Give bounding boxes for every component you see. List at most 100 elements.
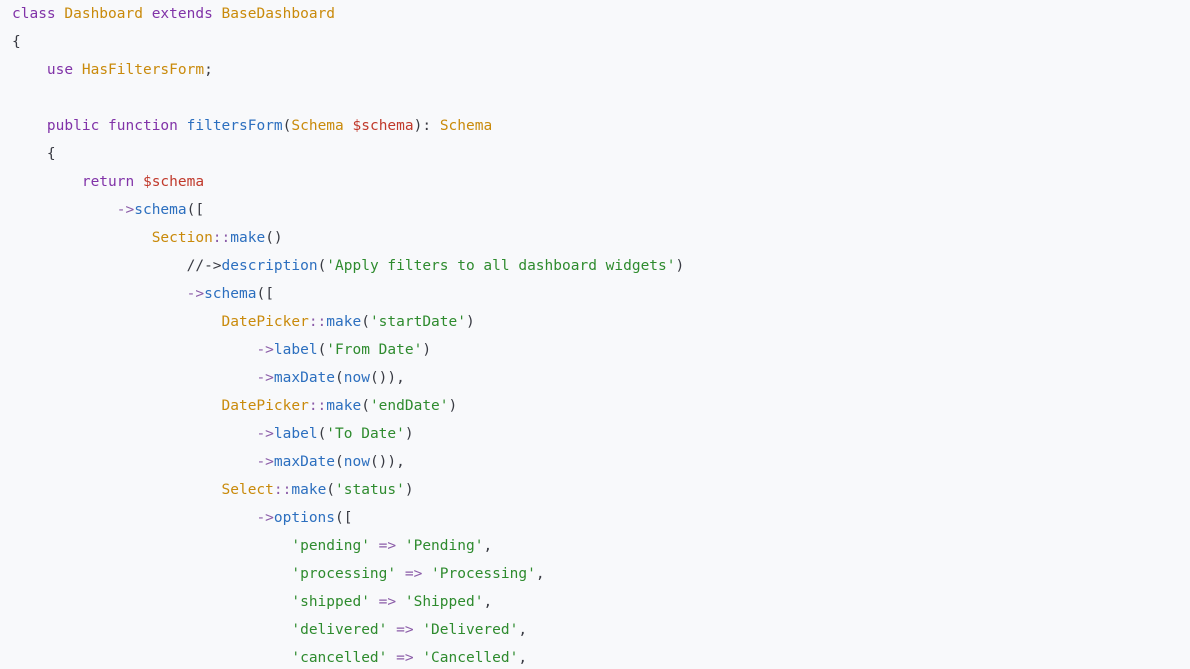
code-token-punct: ) <box>448 398 458 414</box>
code-token-punct <box>12 62 47 78</box>
code-token-op: :: <box>212 230 231 246</box>
code-view: class Dashboard extends BaseDashboard { u… <box>0 0 1190 669</box>
code-token-punct: , <box>518 650 528 666</box>
code-token-var: $schema <box>142 174 205 190</box>
code-token-punct: ( <box>335 370 344 386</box>
code-token-type: Schema <box>439 118 493 134</box>
code-token-punct <box>12 118 47 134</box>
code-token-type: DatePicker <box>221 314 309 330</box>
code-token-punct <box>12 202 117 218</box>
code-token-type: HasFiltersForm <box>81 62 205 78</box>
code-token-punct: ()), <box>369 454 405 470</box>
code-token-punct: () <box>265 230 283 246</box>
code-token-op: -> <box>256 370 274 386</box>
code-token-punct <box>12 314 222 330</box>
code-token-op: => <box>387 650 423 666</box>
code-line: 'cancelled' => 'Cancelled', <box>12 644 527 669</box>
code-token-kw: use <box>46 62 74 78</box>
code-line: Select::make('status') <box>12 476 414 504</box>
code-token-kw: public <box>46 118 100 134</box>
code-token-type: DatePicker <box>221 398 309 414</box>
code-token-str: 'cancelled' <box>291 650 388 666</box>
code-token-punct <box>12 342 256 358</box>
code-token-str: 'From Date' <box>326 342 423 358</box>
code-token-op: -> <box>186 286 205 302</box>
code-line: 'shipped' => 'Shipped', <box>12 588 492 616</box>
code-token-punct: ( <box>326 482 336 498</box>
code-line: ->label('To Date') <box>12 420 413 448</box>
code-token-str: 'Shipped' <box>404 594 484 610</box>
code-token-str: 'shipped' <box>291 594 370 610</box>
code-line: 'processing' => 'Processing', <box>12 560 544 588</box>
code-token-op: -> <box>256 454 274 470</box>
code-token-punct <box>12 174 82 190</box>
code-token-str: 'Cancelled' <box>422 650 519 666</box>
code-line: ->maxDate(now()), <box>12 448 405 476</box>
code-token-str: 'Processing' <box>431 566 536 582</box>
code-token-punct <box>12 510 256 526</box>
code-token-punct: ( <box>317 258 327 274</box>
code-token-punct: ( <box>335 454 344 470</box>
code-token-op: :: <box>308 398 327 414</box>
code-token-punct: ( <box>317 426 327 442</box>
code-token-fn: now <box>343 454 370 470</box>
code-token-op: -> <box>116 202 135 218</box>
code-token-fn: make <box>230 230 266 246</box>
code-token-fn: filtersForm <box>186 118 283 134</box>
code-token-punct <box>12 230 152 246</box>
code-token-op: -> <box>256 510 274 526</box>
code-token-punct: ) <box>465 314 475 330</box>
code-token-punct <box>99 118 108 134</box>
code-token-type: Dashboard <box>64 6 143 22</box>
code-token-punct <box>12 482 222 498</box>
code-token-punct: ) <box>675 258 685 274</box>
code-token-fn: make <box>291 482 327 498</box>
code-token-op: => <box>369 538 405 554</box>
code-token-punct: ) <box>422 342 432 358</box>
code-line: use HasFiltersForm; <box>12 56 213 84</box>
code-token-punct <box>143 6 152 22</box>
code-line: public function filtersForm(Schema $sche… <box>12 112 492 140</box>
code-token-punct <box>12 286 187 302</box>
code-token-str: 'endDate' <box>369 398 449 414</box>
code-token-str: 'delivered' <box>291 622 388 638</box>
code-token-punct <box>12 566 291 582</box>
code-token-fn: description <box>221 258 318 274</box>
code-token-kw: class <box>12 6 56 22</box>
code-token-str: 'processing' <box>291 566 397 582</box>
code-token-op: => <box>396 566 432 582</box>
code-token-op: :: <box>308 314 327 330</box>
code-token-punct: , <box>518 622 528 638</box>
code-token-fn: schema <box>134 202 187 218</box>
code-token-punct: { <box>12 146 56 162</box>
code-token-fn: maxDate <box>273 454 336 470</box>
code-token-type: Select <box>221 482 274 498</box>
code-token-comment: //-> <box>186 258 222 274</box>
code-token-punct <box>213 6 222 22</box>
code-token-punct: ([ <box>186 202 205 218</box>
code-token-punct: ; <box>204 62 213 78</box>
code-token-op: => <box>369 594 405 610</box>
code-line: ->options([ <box>12 504 352 532</box>
code-token-fn: label <box>273 342 318 358</box>
code-token-punct <box>12 538 291 554</box>
code-token-punct: ([ <box>335 510 353 526</box>
code-line: //->description('Apply filters to all da… <box>12 252 685 280</box>
code-line: ->schema([ <box>12 280 274 308</box>
code-line: 'pending' => 'Pending', <box>12 532 492 560</box>
code-token-op: -> <box>256 426 274 442</box>
code-token-str: 'To Date' <box>326 426 405 442</box>
code-line: { <box>12 28 21 56</box>
code-line: { <box>12 140 56 168</box>
code-token-op: => <box>387 622 423 638</box>
code-token-punct <box>12 426 256 442</box>
code-token-fn: maxDate <box>273 370 336 386</box>
code-line: Section::make() <box>12 224 283 252</box>
code-token-str: 'Pending' <box>404 538 484 554</box>
code-token-str: 'pending' <box>291 538 370 554</box>
code-token-str: 'status' <box>335 482 405 498</box>
code-token-fn: options <box>273 510 336 526</box>
code-token-punct: ()), <box>369 370 405 386</box>
code-token-punct: ): <box>413 118 440 134</box>
code-token-punct: ( <box>317 342 327 358</box>
